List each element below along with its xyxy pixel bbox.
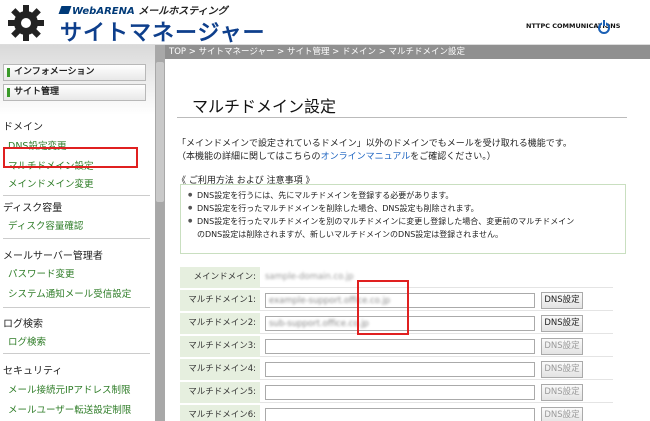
multi-domain-row: マルチドメイン3: DNS設定 <box>180 336 613 357</box>
sidebar-button-1[interactable]: サイト管理 <box>3 84 146 101</box>
sidebar-divider <box>3 238 150 239</box>
main-domain-label: メインドメイン: <box>180 267 260 288</box>
sidebar-section-title: セキュリティ <box>3 366 63 377</box>
sidebar-link[interactable]: メールユーザー転送設定制限 <box>8 402 131 416</box>
dns-settings-button[interactable]: DNS設定 <box>541 292 583 309</box>
multi-domain-label: マルチドメイン1: <box>180 290 260 311</box>
sidebar-section-title: ディスク容量 <box>3 203 63 214</box>
multi-domain-input[interactable] <box>265 408 535 421</box>
multi-domain-label: マルチドメイン3: <box>180 336 260 357</box>
dns-settings-button: DNS設定 <box>541 384 583 401</box>
dns-settings-button[interactable]: DNS設定 <box>541 315 583 332</box>
sidebar-section-title: ログ検索 <box>3 319 43 330</box>
sidebar-link[interactable]: システム通知メール受信設定 <box>8 286 131 300</box>
main-domain-value: sample-domain.co.jp <box>265 272 354 282</box>
notice-item: DNS設定を行ったマルチドメインを別のマルチドメインに変更し登録した場合、変更前… <box>188 215 617 228</box>
power-icon[interactable] <box>598 20 610 34</box>
multi-domain-row: マルチドメイン5: DNS設定 <box>180 382 613 403</box>
notice-item: DNS設定を行ったマルチドメインを削除した場合、DNS設定も削除されます。 <box>188 202 617 215</box>
webarena-logo-icon <box>58 6 72 14</box>
multi-domain-row: マルチドメイン6: DNS設定 <box>180 405 613 421</box>
sidebar-link[interactable]: ディスク容量確認 <box>8 218 83 232</box>
sidebar-link[interactable]: ログ検索 <box>8 334 46 348</box>
sidebar-link[interactable]: メインドメイン変更 <box>8 176 94 190</box>
multi-domain-label: マルチドメイン4: <box>180 359 260 380</box>
description: 「メインドメインで設定されているドメイン」以外のドメインでもメールを受け取れる機… <box>177 139 572 162</box>
sidebar-link[interactable]: パスワード変更 <box>8 266 75 280</box>
notice-item: のDNS設定は削除されますが、新しいマルチドメインのDNS設定は登録されません。 <box>197 230 504 239</box>
sidebar-divider <box>3 195 150 196</box>
title-divider <box>177 117 627 118</box>
sidebar-link[interactable]: メール接続元IPアドレス制限 <box>8 382 131 396</box>
main-content: マルチドメイン設定 「メインドメインで設定されているドメイン」以外のドメインでも… <box>165 59 650 421</box>
header: WebARENA メールホスティング サイトマネージャー NTTPC COMMU… <box>0 0 650 46</box>
dns-buttons-highlight <box>357 280 409 335</box>
multi-domain-label: マルチドメイン6: <box>180 405 260 421</box>
multi-domain-label: マルチドメイン2: <box>180 313 260 334</box>
multi-domain-input[interactable] <box>265 362 535 377</box>
dns-settings-button: DNS設定 <box>541 361 583 378</box>
app-title: サイトマネージャー <box>60 21 266 46</box>
gear-icon <box>8 5 44 41</box>
multi-domain-input[interactable] <box>265 385 535 400</box>
multi-domain-input[interactable] <box>265 339 535 354</box>
multi-domain-row: マルチドメイン4: DNS設定 <box>180 359 613 380</box>
sidebar-button-0[interactable]: インフォメーション <box>3 64 146 81</box>
multi-domain-value: sub-support.office.co.jp <box>269 319 369 329</box>
notice-box: DNS設定を行うには、先にマルチドメインを登録する必要があります。DNS設定を行… <box>180 184 626 254</box>
sidebar-section-title: メールサーバー管理者 <box>3 251 103 262</box>
page-title: マルチドメイン設定 <box>192 97 337 116</box>
breadcrumb: TOP > サイトマネージャー > サイト管理 > ドメイン > マルチドメイン… <box>165 45 650 59</box>
online-manual-link[interactable]: オンラインマニュアル <box>321 152 411 162</box>
dns-settings-button: DNS設定 <box>541 407 583 421</box>
sidebar-divider <box>3 307 150 308</box>
sidebar: インフォメーション サイト管理 ドメイン DNS設定変更 マルチドメイン設定 メインドメイ… <box>0 45 155 421</box>
sidebar-divider <box>3 353 150 354</box>
sidebar-section-title: ドメイン <box>3 122 43 133</box>
notice-item: DNS設定を行うには、先にマルチドメインを登録する必要があります。 <box>188 189 617 202</box>
dns-settings-button: DNS設定 <box>541 338 583 355</box>
sidebar-selection-highlight <box>3 147 138 168</box>
sidebar-scrollbar-thumb[interactable] <box>156 62 164 202</box>
multi-domain-label: マルチドメイン5: <box>180 382 260 403</box>
